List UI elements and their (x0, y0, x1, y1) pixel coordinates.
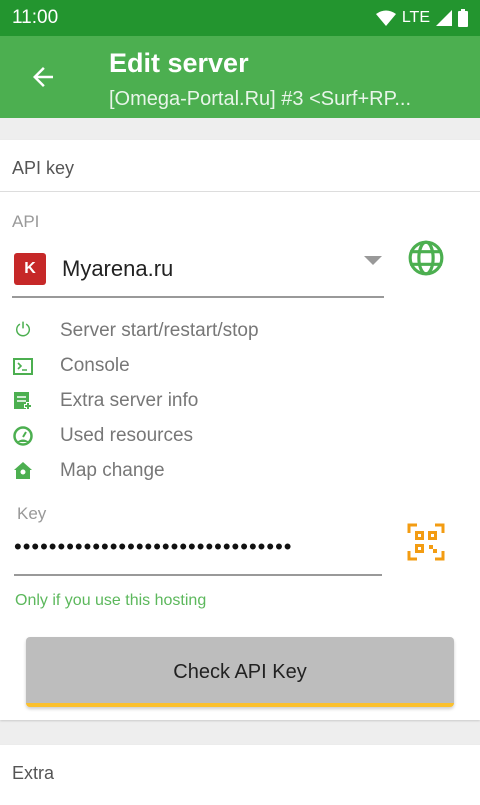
toolbar: Edit server [Omega-Portal.Ru] #3 <Surf+R… (0, 36, 480, 118)
api-key-input[interactable]: •••••••••••••••••••••••••••••••• (14, 530, 382, 576)
check-api-key-button[interactable]: Check API Key (26, 637, 454, 707)
globe-icon[interactable] (407, 239, 445, 277)
back-arrow-icon[interactable] (28, 62, 58, 92)
network-type: LTE (401, 9, 430, 26)
feature-label: Extra server info (60, 390, 199, 411)
api-select[interactable]: K Myarena.ru (12, 242, 384, 298)
feature-label: Used resources (60, 425, 194, 446)
key-label: Key (17, 504, 47, 523)
status-bar: 11:00 LTE (0, 0, 480, 36)
hosting-logo-icon: K (14, 253, 46, 285)
wifi-icon (375, 10, 396, 26)
map-marker-home-icon (12, 460, 34, 482)
feature-label: Map change (60, 460, 165, 481)
battery-icon (458, 9, 468, 27)
feature-map-change: Map change (12, 460, 165, 482)
feature-used-resources: Used resources (12, 425, 193, 447)
api-selected-value: Myarena.ru (62, 256, 174, 281)
power-icon: ⏻ (15, 320, 31, 341)
dropdown-arrow-icon (364, 256, 382, 265)
feature-console: Console (12, 355, 130, 377)
note-add-icon (12, 390, 34, 412)
section-header-extra: Extra (12, 763, 55, 783)
page-title: Edit server (109, 48, 249, 78)
feature-label: Console (60, 355, 130, 376)
qr-scan-icon[interactable] (407, 523, 445, 561)
speedometer-icon (12, 425, 34, 447)
api-key-card: API key API K Myarena.ru ⏻ Server start/r… (0, 140, 480, 720)
extra-card: Extra (0, 745, 480, 805)
api-label: API (12, 212, 40, 231)
key-hint: Only if you use this hosting (15, 592, 207, 609)
signal-icon (436, 10, 452, 26)
section-header-api-key: API key (0, 140, 480, 192)
status-time: 11:00 (12, 7, 59, 28)
feature-server-control: ⏻ Server start/restart/stop (12, 320, 259, 342)
console-icon (12, 355, 34, 377)
page-subtitle: [Omega-Portal.Ru] #3 <Surf+RP... (109, 88, 412, 110)
feature-extra-info: Extra server info (12, 390, 198, 412)
feature-label: Server start/restart/stop (60, 320, 259, 341)
